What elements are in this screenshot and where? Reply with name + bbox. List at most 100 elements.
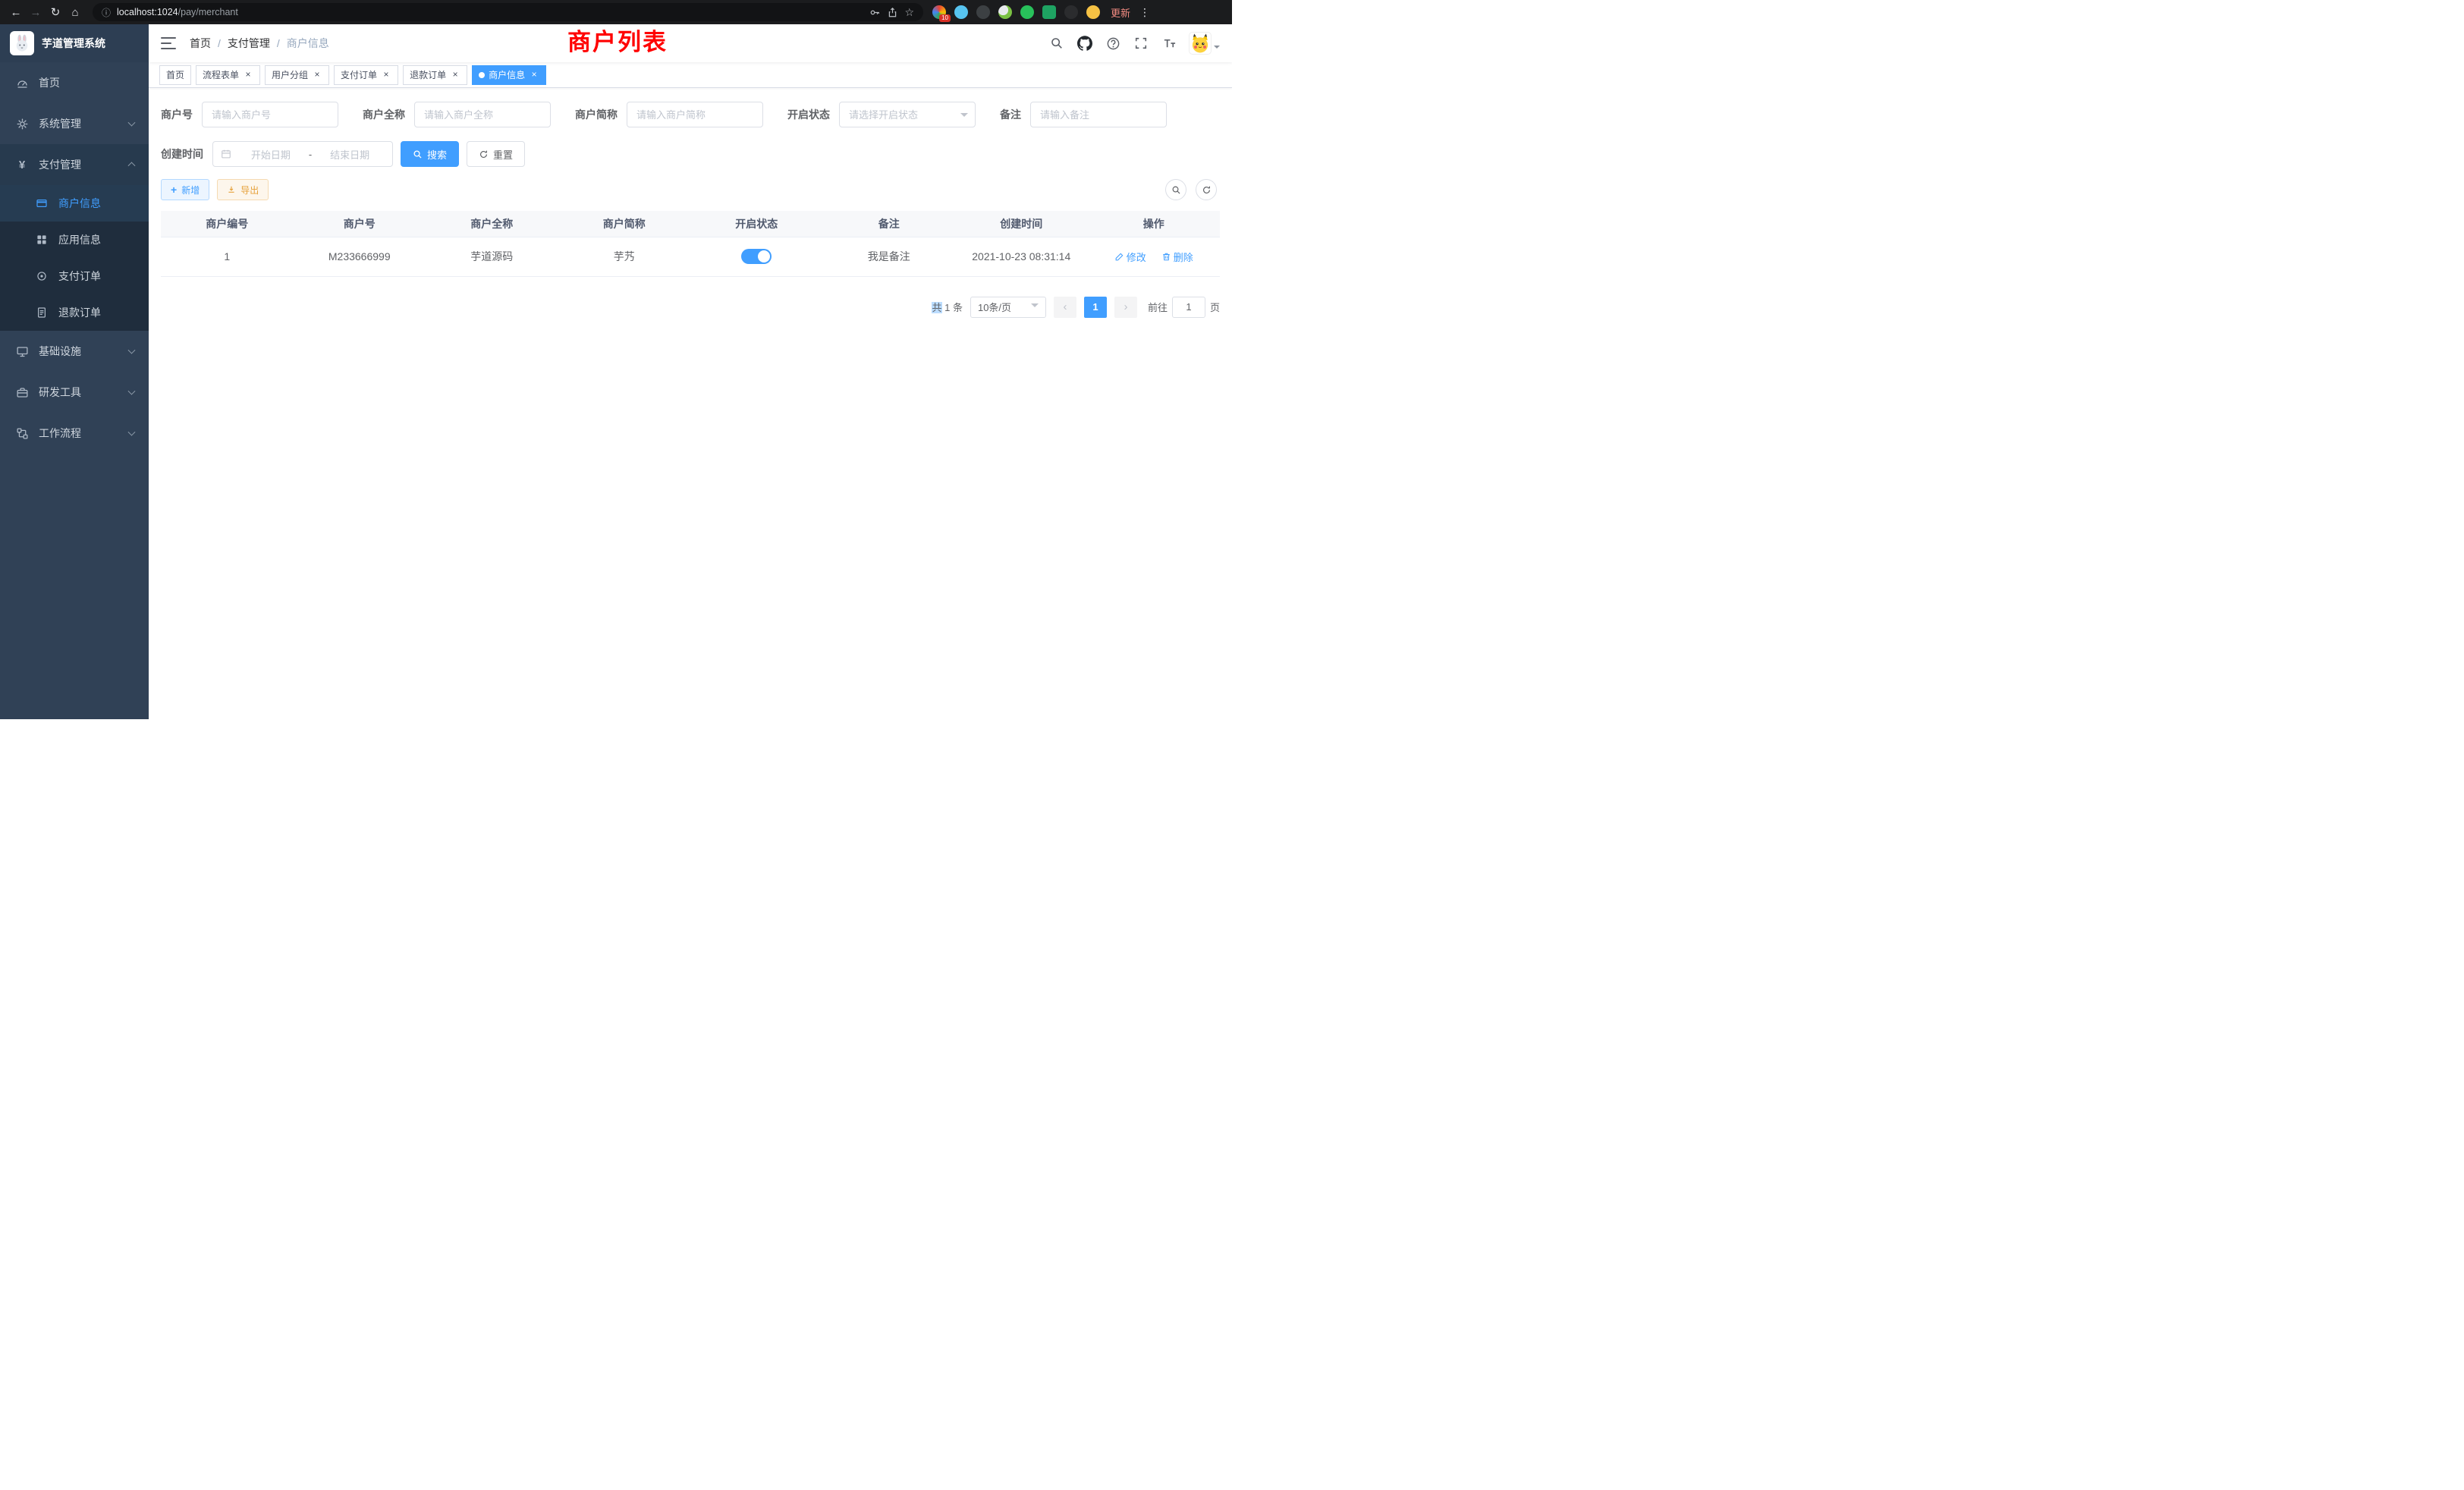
status-select[interactable] — [839, 102, 976, 127]
password-key-icon[interactable] — [869, 7, 881, 18]
github-icon[interactable] — [1076, 35, 1093, 52]
browser-menu-icon[interactable]: ⋮ — [1138, 6, 1152, 19]
fullscreen-icon[interactable] — [1133, 35, 1149, 52]
target-icon — [35, 270, 49, 282]
close-icon[interactable]: × — [312, 70, 322, 80]
status-toggle[interactable] — [741, 249, 772, 264]
tab-merchant-info[interactable]: 商户信息 × — [472, 65, 546, 85]
date-separator: - — [306, 149, 315, 160]
extensions-area: 10 — [932, 5, 1100, 19]
page-1-button[interactable]: 1 — [1084, 297, 1107, 318]
app-title: 芋道管理系统 — [42, 36, 105, 51]
sidebar-item-infra[interactable]: 基础设施 — [0, 331, 149, 372]
extension-icon-3[interactable] — [976, 5, 990, 19]
sidebar-item-pay-order[interactable]: 支付订单 — [0, 258, 149, 294]
site-info-icon[interactable]: ⓘ — [102, 6, 111, 19]
tab-label: 商户信息 — [489, 68, 525, 81]
filter-remark: 备注 — [1000, 102, 1167, 127]
dashboard-icon — [15, 77, 29, 90]
address-bar[interactable]: ⓘ localhost:1024/pay/merchant ☆ — [93, 3, 923, 21]
close-icon[interactable]: × — [450, 70, 460, 80]
table-row: 1 M233666999 芋道源码 芋艿 我是备注 2021-10-23 08:… — [161, 237, 1220, 276]
date-end-placeholder: 结束日期 — [315, 147, 385, 162]
search-icon[interactable] — [1048, 35, 1065, 52]
url-text: localhost:1024/pay/merchant — [117, 7, 238, 17]
sidebar-item-system[interactable]: 系统管理 — [0, 103, 149, 144]
document-icon — [35, 306, 49, 319]
top-navbar: 首页 / 支付管理 / 商户信息 商户列表 — [149, 24, 1232, 62]
browser-update-button[interactable]: 更新 — [1111, 5, 1130, 20]
browser-reload-button[interactable]: ↻ — [46, 2, 65, 22]
cell-actions: 修改 删除 — [1088, 237, 1221, 276]
cell-short-name: 芋艿 — [558, 237, 691, 276]
refresh-button[interactable] — [1196, 179, 1217, 200]
filter-label: 开启状态 — [787, 107, 830, 122]
delete-link[interactable]: 删除 — [1161, 250, 1193, 264]
profile-avatar-icon[interactable] — [1086, 5, 1100, 19]
breadcrumb-item[interactable]: 首页 — [190, 36, 211, 51]
remark-input[interactable] — [1030, 102, 1167, 127]
full-name-input[interactable] — [414, 102, 551, 127]
browser-home-button[interactable]: ⌂ — [65, 2, 85, 22]
font-size-icon[interactable] — [1161, 35, 1177, 52]
browser-forward-button[interactable]: → — [26, 2, 46, 22]
status-select-input[interactable] — [839, 102, 976, 127]
next-page-button[interactable]: › — [1114, 297, 1137, 318]
edit-link[interactable]: 修改 — [1114, 250, 1146, 264]
yen-icon: ¥ — [15, 159, 29, 171]
extension-icon-7[interactable] — [1064, 5, 1078, 19]
pikachu-avatar-icon — [1189, 32, 1212, 55]
tab-pay-order[interactable]: 支付订单× — [334, 65, 398, 85]
tab-user-group[interactable]: 用户分组× — [265, 65, 329, 85]
share-icon[interactable] — [887, 7, 898, 18]
tab-refund-order[interactable]: 退款订单× — [403, 65, 467, 85]
prev-page-button[interactable]: ‹ — [1054, 297, 1076, 318]
breadcrumb-current: 商户信息 — [287, 36, 329, 51]
extension-icon-6[interactable] — [1042, 5, 1056, 19]
chevron-down-icon — [128, 388, 136, 395]
close-icon[interactable]: × — [381, 70, 391, 80]
sidebar-item-app-info[interactable]: 应用信息 — [0, 222, 149, 258]
reset-button[interactable]: 重置 — [467, 141, 525, 167]
tab-process-form[interactable]: 流程表单 × — [196, 65, 260, 85]
extension-icon-2[interactable] — [954, 5, 968, 19]
export-button-label: 导出 — [240, 184, 259, 196]
tab-home[interactable]: 首页 — [159, 65, 191, 85]
filter-label: 商户全称 — [363, 107, 405, 122]
reset-button-label: 重置 — [493, 147, 513, 162]
goto-page: 前往 页 — [1148, 297, 1220, 318]
extensions-badge: 10 — [939, 14, 951, 22]
goto-page-input[interactable] — [1172, 297, 1205, 318]
date-range-picker[interactable]: 开始日期 - 结束日期 — [212, 141, 393, 167]
short-name-input[interactable] — [627, 102, 763, 127]
help-icon[interactable] — [1105, 35, 1121, 52]
page-size-select[interactable]: 10条/页 — [970, 297, 1046, 318]
sidebar-item-home[interactable]: 首页 — [0, 62, 149, 103]
browser-back-button[interactable]: ← — [6, 2, 26, 22]
sidebar-item-refund-order[interactable]: 退款订单 — [0, 294, 149, 331]
tab-label: 流程表单 — [203, 68, 239, 81]
export-button[interactable]: 导出 — [217, 179, 269, 200]
sidebar-item-workflow[interactable]: 工作流程 — [0, 413, 149, 454]
user-avatar[interactable] — [1189, 32, 1220, 55]
extension-icon-1[interactable]: 10 — [932, 5, 946, 19]
sidebar-collapse-button[interactable] — [161, 37, 176, 49]
bookmark-star-icon[interactable]: ☆ — [904, 6, 914, 19]
navbar-actions — [1048, 32, 1220, 55]
sidebar-item-merchant-info[interactable]: 商户信息 — [0, 185, 149, 222]
sidebar-item-label: 应用信息 — [58, 232, 101, 247]
briefcase-icon — [15, 386, 29, 399]
toggle-search-button[interactable] — [1165, 179, 1186, 200]
extension-icon-4[interactable] — [998, 5, 1012, 19]
extension-icon-5[interactable] — [1020, 5, 1034, 19]
merchant-no-input[interactable] — [202, 102, 338, 127]
sidebar-item-devtools[interactable]: 研发工具 — [0, 372, 149, 413]
add-button[interactable]: + 新增 — [161, 179, 209, 200]
app-logo[interactable]: 芋道管理系统 — [0, 24, 149, 62]
breadcrumb-item[interactable]: 支付管理 — [228, 36, 270, 51]
column-header: 创建时间 — [955, 211, 1088, 237]
close-icon[interactable]: × — [243, 70, 253, 80]
close-icon[interactable]: × — [529, 70, 539, 80]
sidebar-item-payment[interactable]: ¥ 支付管理 — [0, 144, 149, 185]
search-button[interactable]: 搜索 — [401, 141, 459, 167]
